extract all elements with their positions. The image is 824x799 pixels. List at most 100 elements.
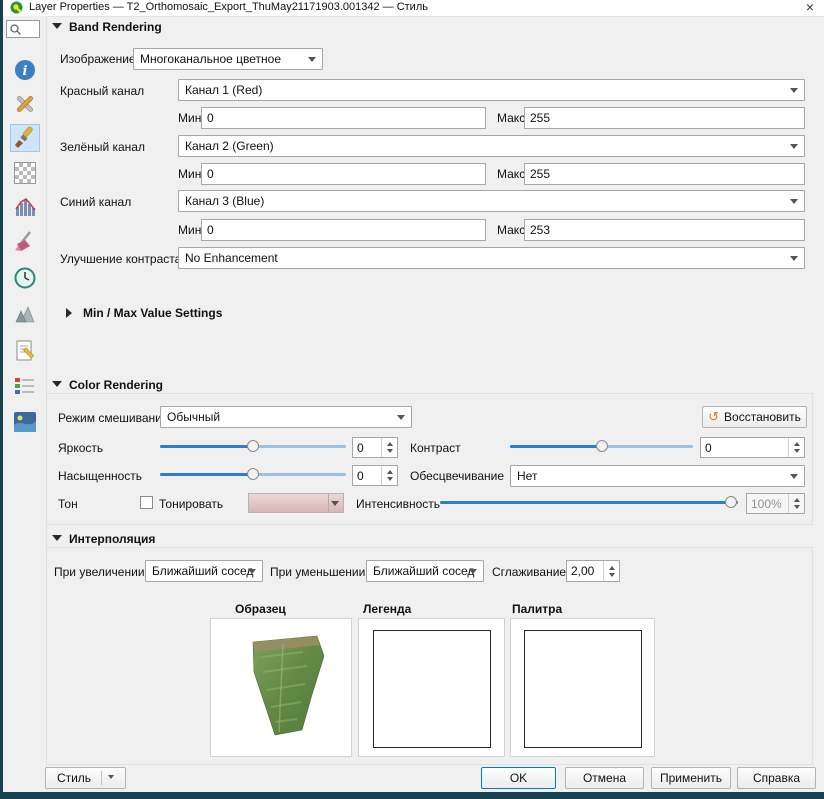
collapse-arrow-icon: [52, 535, 62, 546]
sidebar-item-metadata[interactable]: [10, 337, 40, 365]
properties-sidebar: i: [3, 16, 47, 792]
contrast-input[interactable]: [701, 438, 788, 457]
image-type-combo[interactable]: Многоканальное цветное: [133, 48, 323, 70]
slider-handle[interactable]: [247, 440, 259, 452]
green-min-input[interactable]: [201, 163, 486, 185]
colorize-checkbox[interactable]: [140, 496, 153, 509]
slider-handle[interactable]: [247, 468, 259, 480]
spin-arrows[interactable]: [788, 494, 804, 513]
brightness-spinbox[interactable]: [352, 437, 398, 458]
ok-button[interactable]: OK: [481, 767, 556, 789]
band-rendering-header[interactable]: Band Rendering: [52, 19, 162, 34]
saturation-spinbox[interactable]: [352, 465, 398, 486]
sidebar-item-legend[interactable]: [10, 372, 40, 400]
legend-preview-box: [373, 630, 491, 748]
spin-up-icon[interactable]: [387, 467, 393, 474]
zoom-in-value: Ближайший сосед: [152, 564, 253, 578]
palette-panel: [510, 618, 655, 757]
symbology-brush-icon: [13, 126, 37, 150]
slider-handle[interactable]: [725, 496, 737, 508]
red-max-input[interactable]: [524, 107, 805, 129]
colorize-color-swatch[interactable]: [248, 493, 344, 513]
style-menu-button[interactable]: Стиль: [45, 767, 126, 789]
sidebar-item-source[interactable]: [10, 90, 40, 118]
green-channel-combo[interactable]: Канал 2 (Green): [178, 135, 805, 157]
green-max-input[interactable]: [524, 163, 805, 185]
saturation-input[interactable]: [353, 466, 381, 485]
green-channel-label: Зелёный канал: [60, 140, 145, 154]
brightness-input[interactable]: [353, 438, 381, 457]
spin-arrows[interactable]: [381, 438, 397, 457]
histogram-icon: [13, 195, 37, 219]
sidebar-item-information[interactable]: i: [10, 56, 40, 84]
strength-input[interactable]: [747, 494, 788, 513]
legend-label: Легенда: [363, 602, 411, 616]
contrast-enhancement-combo[interactable]: No Enhancement: [178, 247, 805, 269]
zoom-in-label: При увеличении: [54, 565, 145, 579]
green-channel-value: Канал 2 (Green): [185, 139, 274, 153]
contrast-slider[interactable]: [510, 437, 693, 455]
blue-channel-combo[interactable]: Канал 3 (Blue): [178, 190, 805, 212]
help-button[interactable]: Справка: [737, 767, 816, 789]
spin-down-icon[interactable]: [794, 449, 800, 456]
grayscale-combo[interactable]: Нет: [510, 465, 805, 487]
collapse-arrow-icon: [52, 381, 62, 392]
sidebar-item-histogram[interactable]: [10, 193, 40, 221]
apply-button[interactable]: Применить: [651, 767, 731, 789]
qgis-logo-icon: [10, 1, 23, 14]
chevron-down-icon: [790, 88, 798, 97]
grayscale-value: Нет: [517, 469, 537, 483]
oversampling-input[interactable]: [567, 561, 603, 581]
spin-down-icon[interactable]: [794, 505, 800, 512]
oversampling-label: Сглаживание: [492, 565, 566, 579]
palette-label: Палитра: [512, 602, 562, 616]
chevron-down-icon: [108, 775, 114, 782]
reset-button[interactable]: ↺ Восстановить: [702, 406, 807, 428]
red-channel-combo[interactable]: Канал 1 (Red): [178, 79, 805, 101]
slider-fill: [160, 473, 253, 476]
spin-down-icon[interactable]: [387, 449, 393, 456]
sidebar-search-box[interactable]: [6, 20, 40, 38]
minmax-settings-header[interactable]: Min / Max Value Settings: [66, 306, 222, 320]
spin-up-icon[interactable]: [794, 439, 800, 446]
spin-arrows[interactable]: [381, 466, 397, 485]
chevron-down-icon: [308, 57, 316, 66]
sidebar-item-symbology[interactable]: [10, 124, 40, 152]
spin-arrows[interactable]: [603, 561, 619, 581]
sidebar-item-server[interactable]: [10, 408, 40, 436]
spin-up-icon[interactable]: [609, 563, 615, 570]
red-min-input[interactable]: [201, 107, 486, 129]
slider-fill: [440, 501, 738, 504]
blue-min-input[interactable]: [201, 219, 486, 241]
brightness-slider[interactable]: [160, 437, 346, 455]
strength-slider[interactable]: [440, 493, 738, 511]
zoom-out-combo[interactable]: Ближайший сосед: [366, 560, 484, 582]
blue-max-input[interactable]: [524, 219, 805, 241]
contrast-spinbox[interactable]: [700, 437, 805, 458]
spin-down-icon[interactable]: [609, 573, 615, 580]
red-channel-value: Канал 1 (Red): [185, 83, 262, 97]
strength-spinbox[interactable]: [746, 493, 805, 514]
spin-up-icon[interactable]: [794, 495, 800, 502]
swatch-divider: [328, 494, 329, 512]
spin-up-icon[interactable]: [387, 439, 393, 446]
zoom-in-combo[interactable]: Ближайший сосед: [145, 560, 263, 582]
sidebar-item-temporal[interactable]: [10, 264, 40, 292]
blend-mode-combo[interactable]: Обычный: [160, 406, 412, 428]
rendering-broom-icon: [13, 230, 37, 254]
color-rendering-header[interactable]: Color Rendering: [52, 377, 163, 392]
oversampling-spinbox[interactable]: [566, 560, 620, 582]
cancel-button[interactable]: Отмена: [565, 767, 644, 789]
interpolation-header[interactable]: Интерполяция: [52, 531, 155, 546]
blue-channel-label: Синий канал: [60, 195, 131, 209]
slider-handle[interactable]: [596, 440, 608, 452]
close-icon[interactable]: ×: [806, 0, 814, 15]
contrast-enhancement-label: Улучшение контраста: [60, 252, 181, 266]
spin-arrows[interactable]: [788, 438, 804, 457]
red-max-label: Макс: [497, 111, 525, 125]
sidebar-item-transparency[interactable]: [10, 159, 40, 187]
spin-down-icon[interactable]: [387, 477, 393, 484]
sidebar-item-rendering[interactable]: [10, 228, 40, 256]
sidebar-item-pyramids[interactable]: [10, 300, 40, 328]
saturation-slider[interactable]: [160, 465, 346, 483]
